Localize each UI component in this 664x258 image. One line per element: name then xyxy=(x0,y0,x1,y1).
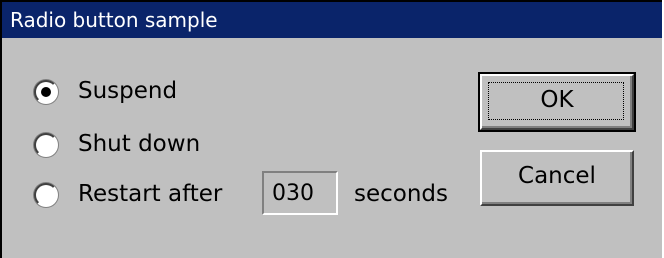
radio-button-icon[interactable] xyxy=(34,133,58,157)
cancel-button-label: Cancel xyxy=(518,163,596,189)
ok-button[interactable]: OK xyxy=(478,72,636,132)
title-bar[interactable]: Radio button sample xyxy=(2,2,662,38)
radio-button-icon[interactable] xyxy=(34,80,58,104)
radio-shut-down-label[interactable]: Shut down xyxy=(78,129,200,159)
dialog-window: Radio button sample Suspend Shut down Re… xyxy=(0,0,662,258)
ok-button-label: OK xyxy=(540,87,574,113)
radio-selected-dot xyxy=(41,87,51,97)
cancel-button[interactable]: Cancel xyxy=(480,150,634,206)
restart-seconds-input[interactable] xyxy=(262,171,338,215)
radio-suspend-label[interactable]: Suspend xyxy=(78,76,177,106)
window-title: Radio button sample xyxy=(10,8,218,32)
radio-button-icon[interactable] xyxy=(34,183,58,207)
seconds-label: seconds xyxy=(354,181,449,207)
radio-restart-after-label[interactable]: Restart after xyxy=(78,179,222,209)
